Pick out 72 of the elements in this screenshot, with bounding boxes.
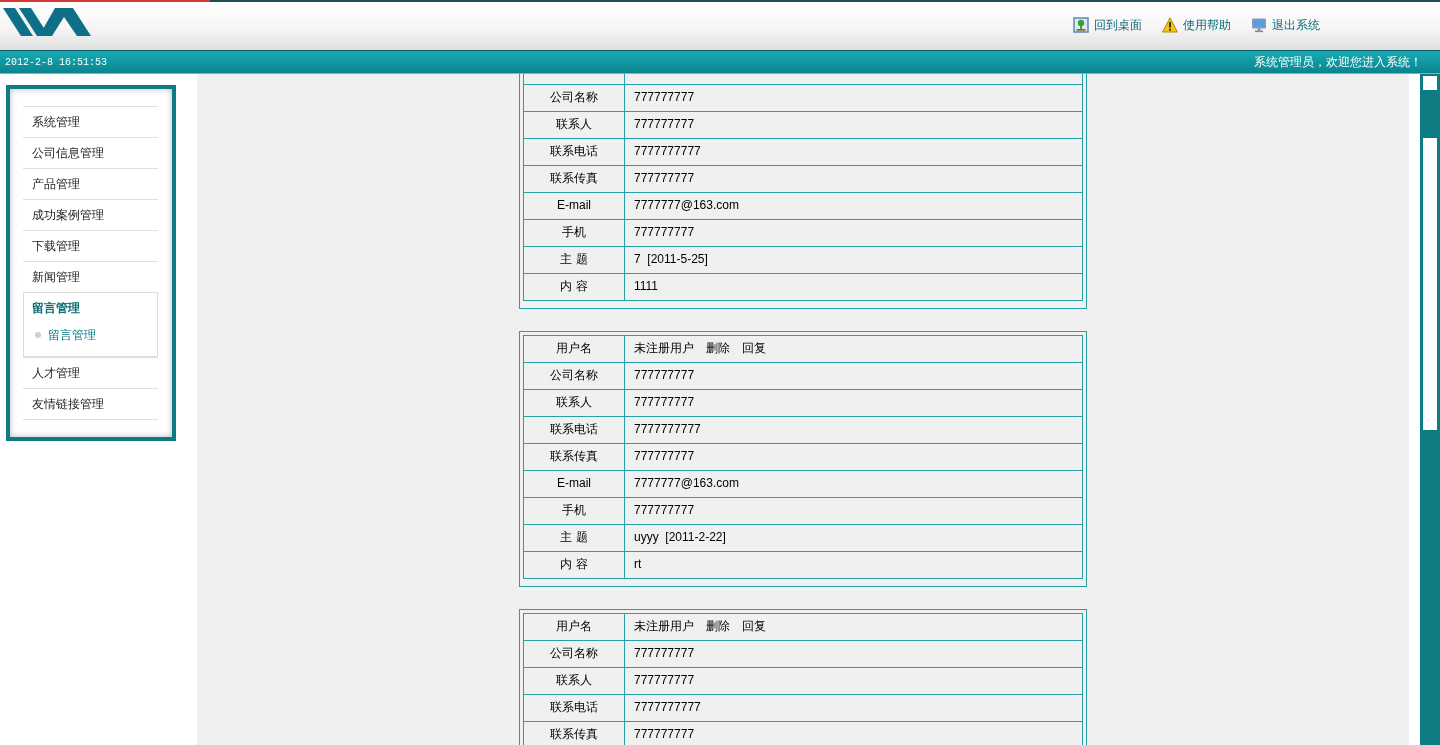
user-name: 未注册用户 <box>634 340 694 355</box>
table-cell: 联系传真 <box>523 443 625 470</box>
table-cell: E-mail <box>523 470 625 497</box>
sidebar-item[interactable]: 产品管理 <box>23 168 158 199</box>
table-cell: 777777777 <box>624 640 1083 667</box>
table-cell: uyyy [2011-2-22] <box>624 524 1083 551</box>
link-label: 使用帮助 <box>1183 17 1231 33</box>
table-cell: 7777777777 <box>624 694 1083 721</box>
table-cell: 主 题 <box>523 524 625 551</box>
table-cell: 联系电话 <box>523 694 625 721</box>
action-link[interactable]: 删除 <box>706 340 730 355</box>
link-label: 回到桌面 <box>1094 17 1142 33</box>
table-cell: 内 容 <box>523 551 625 578</box>
header-link[interactable]: 使用帮助 <box>1162 17 1231 33</box>
header-link[interactable]: 回到桌面 <box>1073 17 1142 33</box>
table-cell: 联系电话 <box>523 416 625 443</box>
scroll-up-button[interactable] <box>1423 76 1437 90</box>
table-cell: 7777777777 <box>624 416 1083 443</box>
table-cell: 用户名 <box>523 335 625 362</box>
table-cell: rt <box>624 551 1083 578</box>
table-cell: 777777777 <box>624 219 1083 246</box>
table-cell: 777777777 <box>624 362 1083 389</box>
link-label: 退出系统 <box>1272 17 1320 33</box>
scrollbar-thumb[interactable] <box>1423 138 1437 430</box>
table-cell: 联系电话 <box>523 138 625 165</box>
picture-icon <box>1073 17 1089 33</box>
table-cell: 777777777 <box>624 443 1083 470</box>
welcome-message: 系统管理员，欢迎您进入系统！ <box>1254 54 1422 71</box>
sidebar-item[interactable]: 系统管理 <box>23 106 158 137</box>
table-cell: 手机 <box>523 219 625 246</box>
table-cell: 7 [2011-5-25] <box>624 246 1083 273</box>
table-cell: 7777777@163.com <box>624 470 1083 497</box>
table-cell: 内 容 <box>523 273 625 300</box>
table-cell: 777777777 <box>624 111 1083 138</box>
table-cell: 公司名称 <box>523 362 625 389</box>
table-cell: 7777777@163.com <box>624 192 1083 219</box>
sidebar-item[interactable]: 友情链接管理 <box>23 388 158 419</box>
monitor-icon <box>1251 17 1267 33</box>
table-cell: 用户名 <box>523 613 625 640</box>
sidebar-group-title[interactable]: 留言管理 <box>32 300 157 316</box>
sidebar-item[interactable]: 公司信息管理 <box>23 137 158 168</box>
table-cell: 联系人 <box>523 667 625 694</box>
table-cell: 联系人 <box>523 111 625 138</box>
table-cell: 手机 <box>523 497 625 524</box>
table-cell: 联系传真 <box>523 165 625 192</box>
table-cell: 777777777 <box>624 165 1083 192</box>
sidebar-item[interactable]: 成功案例管理 <box>23 199 158 230</box>
action-link[interactable]: 回复 <box>742 618 766 633</box>
user-name: 未注册用户 <box>634 618 694 633</box>
header-link[interactable]: 退出系统 <box>1251 17 1320 33</box>
action-link[interactable]: 回复 <box>742 340 766 355</box>
table-cell: 联系人 <box>523 389 625 416</box>
table-cell: 公司名称 <box>523 640 625 667</box>
table-cell: 777777777 <box>624 667 1083 694</box>
table-cell: 777777777 <box>624 389 1083 416</box>
bullet-icon <box>35 332 41 338</box>
table-cell: 1111 <box>624 273 1083 300</box>
scrollbar-track[interactable] <box>1420 74 1440 745</box>
sidebar-item[interactable]: 新闻管理 <box>23 261 158 292</box>
table-cell: 联系传真 <box>523 721 625 745</box>
table-cell: 公司名称 <box>523 84 625 111</box>
action-link[interactable]: 删除 <box>706 618 730 633</box>
sidebar-item[interactable]: 下载管理 <box>23 230 158 261</box>
table-cell: E-mail <box>523 192 625 219</box>
sidebar-subitem[interactable]: 留言管理 <box>48 327 96 343</box>
table-cell: 7777777777 <box>624 138 1083 165</box>
table-cell: 主 题 <box>523 246 625 273</box>
date-time: 2012-2-8 16:51:53 <box>5 55 108 70</box>
sidebar-item[interactable]: 人才管理 <box>23 357 158 388</box>
table-cell: 777777777 <box>624 84 1083 111</box>
warning-icon <box>1162 17 1178 33</box>
table-cell: 777777777 <box>624 497 1083 524</box>
